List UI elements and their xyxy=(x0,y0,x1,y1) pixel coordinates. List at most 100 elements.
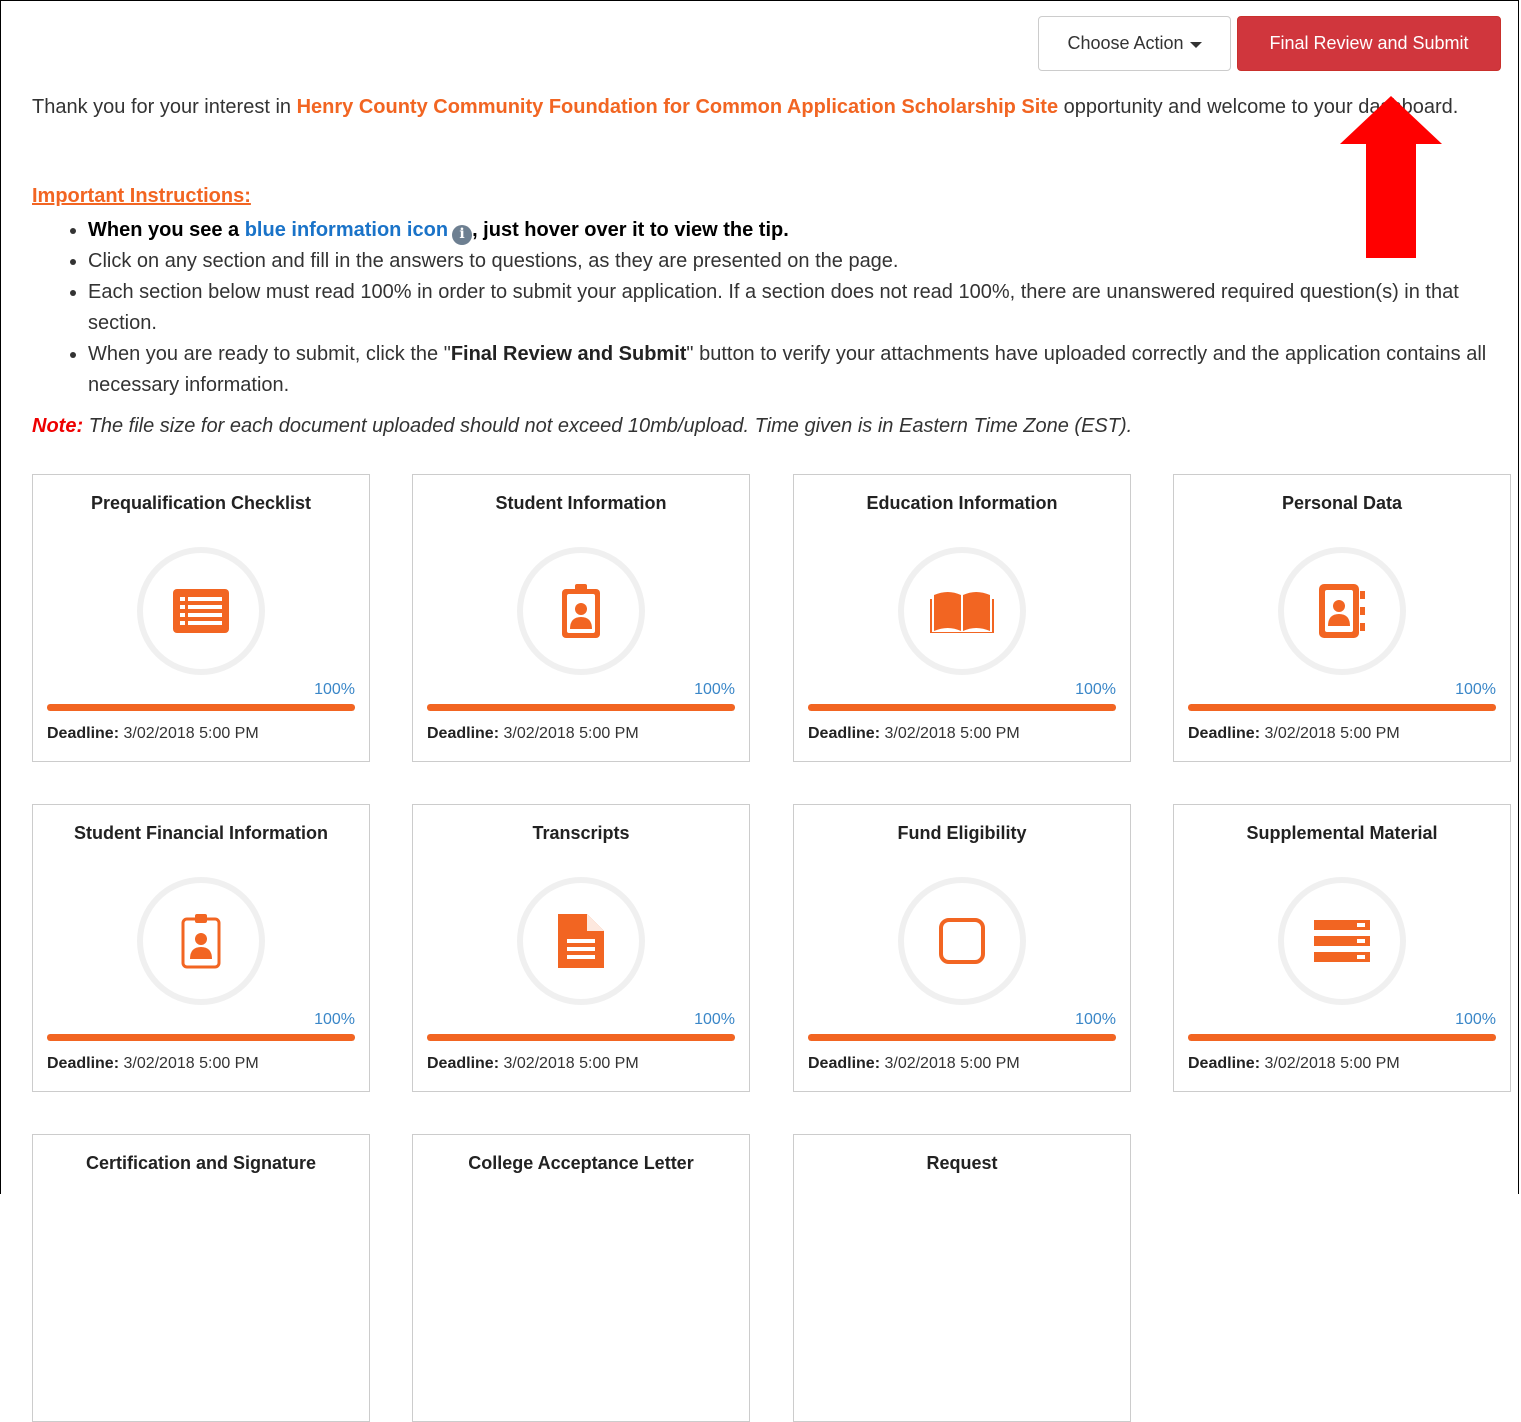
progress-bar-fill xyxy=(47,704,355,711)
icon-ring xyxy=(517,877,645,1005)
deadline-value: 3/02/2018 5:00 PM xyxy=(123,725,259,742)
id-badge-outline-icon xyxy=(181,914,221,969)
note-text: Note: The file size for each document up… xyxy=(32,415,1132,438)
deadline-value: 3/02/2018 5:00 PM xyxy=(123,1055,259,1072)
deadline-label: Deadline: xyxy=(47,725,120,742)
section-card-transcripts[interactable]: Transcripts 100% Deadline: 3/02/2018 5:0… xyxy=(412,804,750,1092)
deadline-value: 3/02/2018 5:00 PM xyxy=(884,1055,1020,1072)
section-card-student-financial-information[interactable]: Student Financial Information 100% Deadl… xyxy=(32,804,370,1092)
deadline-value: 3/02/2018 5:00 PM xyxy=(1264,1055,1400,1072)
section-card-fund-eligibility[interactable]: Fund Eligibility 100% Deadline: 3/02/201… xyxy=(793,804,1131,1092)
instructions-heading: Important Instructions: xyxy=(32,185,251,207)
progress-bar xyxy=(427,704,735,711)
deadline-value: 3/02/2018 5:00 PM xyxy=(884,725,1020,742)
progress-bar xyxy=(47,1034,355,1041)
instruction-1-prefix: When you see a xyxy=(88,219,245,241)
instruction-item: Click on any section and fill in the ans… xyxy=(88,246,1508,277)
caret-down-icon xyxy=(1189,41,1202,48)
deadline-label: Deadline: xyxy=(808,725,881,742)
section-title: Request xyxy=(926,1153,998,1173)
choose-action-dropdown[interactable]: Choose Action xyxy=(1038,16,1231,71)
deadline: Deadline: 3/02/2018 5:00 PM xyxy=(427,725,639,743)
deadline-value: 3/02/2018 5:00 PM xyxy=(503,725,639,742)
checklist-icon xyxy=(173,589,229,633)
icon-ring xyxy=(517,547,645,675)
section-card-education-information[interactable]: Education Information 100% Deadline: 3/0… xyxy=(793,474,1131,762)
progress-bar-fill xyxy=(808,704,1116,711)
progress-bar xyxy=(47,704,355,711)
deadline: Deadline: 3/02/2018 5:00 PM xyxy=(1188,725,1400,743)
id-badge-icon xyxy=(562,584,600,638)
intro-text: Thank you for your interest in Henry Cou… xyxy=(32,92,1472,123)
instruction-item: When you are ready to submit, click the … xyxy=(88,339,1508,401)
icon-ring xyxy=(898,877,1026,1005)
deadline-label: Deadline: xyxy=(427,1055,500,1072)
section-card-supplemental-material[interactable]: Supplemental Material 100% Deadline: 3/0… xyxy=(1173,804,1511,1092)
section-title: Certification and Signature xyxy=(85,1153,317,1173)
progress-bar xyxy=(808,704,1116,711)
deadline: Deadline: 3/02/2018 5:00 PM xyxy=(47,1055,259,1073)
final-review-submit-label: Final Review and Submit xyxy=(1269,33,1469,53)
deadline-label: Deadline: xyxy=(47,1055,120,1072)
instruction-item: Each section below must read 100% in ord… xyxy=(88,277,1508,339)
progress-percent: 100% xyxy=(694,1011,735,1028)
progress-bar-fill xyxy=(427,704,735,711)
progress-bar-fill xyxy=(1188,704,1496,711)
info-icon[interactable]: i xyxy=(452,224,473,245)
deadline: Deadline: 3/02/2018 5:00 PM xyxy=(427,1055,639,1073)
section-title: College Acceptance Letter xyxy=(468,1153,694,1173)
section-title: Supplemental Material xyxy=(1246,823,1438,843)
deadline-value: 3/02/2018 5:00 PM xyxy=(1264,725,1400,742)
icon-ring xyxy=(1278,547,1406,675)
section-title: Transcripts xyxy=(532,823,630,843)
deadline: Deadline: 3/02/2018 5:00 PM xyxy=(808,725,1020,743)
instruction-1-blue: blue information icon xyxy=(244,219,449,241)
section-card-request[interactable]: Request xyxy=(793,1134,1131,1422)
section-card-student-information[interactable]: Student Information 100% Deadline: 3/02/… xyxy=(412,474,750,762)
progress-bar xyxy=(1188,704,1496,711)
note-body: The file size for each document uploaded… xyxy=(83,415,1133,437)
deadline-label: Deadline: xyxy=(1188,1055,1261,1072)
deadline-label: Deadline: xyxy=(808,1055,881,1072)
document-icon xyxy=(558,914,604,968)
icon-ring xyxy=(137,877,265,1005)
deadline-label: Deadline: xyxy=(1188,725,1261,742)
square-outline-icon xyxy=(939,918,985,964)
section-title: Personal Data xyxy=(1281,493,1403,513)
deadline: Deadline: 3/02/2018 5:00 PM xyxy=(1188,1055,1400,1073)
progress-bar xyxy=(1188,1034,1496,1041)
icon-ring xyxy=(898,547,1026,675)
open-book-icon xyxy=(930,592,994,633)
progress-bar-fill xyxy=(47,1034,355,1041)
section-card-college-acceptance-letter[interactable]: College Acceptance Letter xyxy=(412,1134,750,1422)
progress-percent: 100% xyxy=(1075,1011,1116,1028)
red-arrow-up-icon xyxy=(1340,96,1442,258)
section-title: Student Information xyxy=(495,493,667,513)
progress-bar-fill xyxy=(1188,1034,1496,1041)
progress-bar-fill xyxy=(427,1034,735,1041)
deadline-value: 3/02/2018 5:00 PM xyxy=(503,1055,639,1072)
progress-bar xyxy=(427,1034,735,1041)
section-card-certification-and-signature[interactable]: Certification and Signature xyxy=(32,1134,370,1422)
final-review-submit-button[interactable]: Final Review and Submit xyxy=(1237,16,1501,71)
progress-bar-fill xyxy=(808,1034,1116,1041)
icon-ring xyxy=(1278,877,1406,1005)
deadline-label: Deadline: xyxy=(427,725,500,742)
progress-percent: 100% xyxy=(1075,681,1116,698)
section-title: Prequalification Checklist xyxy=(90,493,312,513)
instruction-4-bold: Final Review and Submit xyxy=(450,343,687,365)
section-card-personal-data[interactable]: Personal Data 100% Deadline: 3/02/2018 5… xyxy=(1173,474,1511,762)
section-title: Student Financial Information xyxy=(73,823,328,843)
organization-name: Henry County Community Foundation for Co… xyxy=(296,96,1059,118)
section-card-prequalification-checklist[interactable]: Prequalification Checklist 100% Deadline… xyxy=(32,474,370,762)
progress-bar xyxy=(808,1034,1116,1041)
progress-percent: 100% xyxy=(694,681,735,698)
server-stack-icon xyxy=(1314,920,1370,962)
progress-percent: 100% xyxy=(314,681,355,698)
progress-percent: 100% xyxy=(314,1011,355,1028)
section-title: Education Information xyxy=(866,493,1058,513)
note-label: Note: xyxy=(32,415,84,437)
progress-percent: 100% xyxy=(1455,681,1496,698)
choose-action-label: Choose Action xyxy=(1067,33,1184,53)
section-title: Fund Eligibility xyxy=(897,823,1027,843)
